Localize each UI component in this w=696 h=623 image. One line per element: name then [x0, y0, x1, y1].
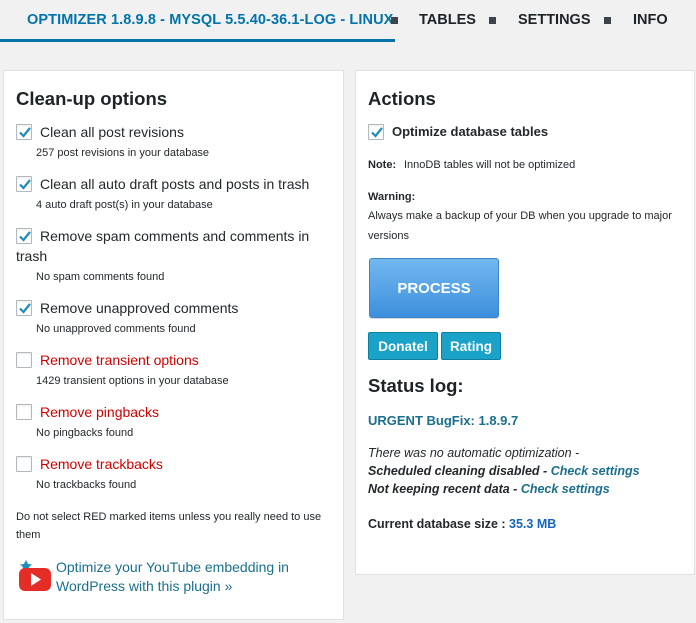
checkmark-icon — [19, 179, 31, 190]
checkbox-pingbacks[interactable] — [16, 404, 32, 420]
warning-text-continued: versions — [368, 230, 409, 242]
option-description: 4 auto draft post(s) in your database — [36, 199, 213, 211]
option-label[interactable]: Remove transient options — [40, 350, 199, 370]
checkmark-icon — [19, 231, 31, 242]
option-label[interactable]: Remove spam comments and comments in — [40, 226, 309, 246]
process-button[interactable]: PROCESS — [369, 258, 499, 318]
youtube-plugin-link[interactable]: Optimize your YouTube embedding in WordP… — [56, 558, 326, 596]
database-size-label: Current database size : — [368, 517, 510, 531]
option-label[interactable]: Remove pingbacks — [40, 402, 159, 422]
database-size-value: 35.3 MB — [509, 517, 557, 531]
tab-optimizer[interactable]: OPTIMIZER 1.8.9.8 - MYSQL 5.5.40-36.1-LO… — [0, 0, 395, 42]
database-size: Current database size : 35.3 MB — [368, 517, 556, 531]
note-text: InnoDB tables will not be optimized — [404, 159, 576, 171]
option-description: No unapproved comments found — [36, 323, 196, 335]
optimize-tables-label[interactable]: Optimize database tables — [392, 122, 548, 142]
option-label-continued[interactable]: trash — [16, 246, 47, 266]
status-log-title: Status log: — [368, 375, 464, 396]
check-settings-link[interactable]: Check settings — [521, 482, 610, 496]
tab-separator — [604, 17, 611, 24]
status-text: Scheduled cleaning disabled - — [368, 464, 551, 478]
tab-tables[interactable]: TABLES — [419, 12, 476, 28]
note-label: Note: — [368, 159, 397, 171]
option-label[interactable]: Clean all post revisions — [40, 122, 184, 142]
status-line-recent-data: Not keeping recent data - Check settings — [368, 480, 610, 498]
checkbox-post-revisions[interactable] — [16, 124, 32, 140]
warning-text: Always make a backup of your DB when you… — [368, 210, 672, 222]
checkbox-unapproved-comments[interactable] — [16, 300, 32, 316]
actions-title: Actions — [368, 88, 436, 109]
option-description: No pingbacks found — [36, 427, 134, 439]
youtube-link-line[interactable]: Optimize your YouTube embedding in — [56, 558, 326, 577]
status-line-auto-optimization: There was no automatic optimization - — [368, 446, 580, 460]
checkmark-icon — [19, 127, 31, 138]
option-label[interactable]: Remove trackbacks — [40, 454, 163, 474]
actions-panel: Actions Optimize database tables Note: I… — [355, 70, 695, 575]
option-description: No spam comments found — [36, 271, 165, 283]
checkbox-transient-options[interactable] — [16, 352, 32, 368]
red-items-note: Do not select RED marked items unless yo… — [16, 511, 322, 523]
checkbox-trackbacks[interactable] — [16, 456, 32, 472]
cleanup-panel: Clean-up options Clean all post revision… — [3, 70, 344, 620]
checkbox-optimize-tables[interactable] — [368, 124, 384, 140]
status-text: Not keeping recent data - — [368, 482, 521, 496]
youtube-link-line[interactable]: WordPress with this plugin » — [56, 577, 326, 596]
tab-settings[interactable]: SETTINGS — [518, 12, 591, 28]
checkbox-auto-drafts[interactable] — [16, 176, 32, 192]
checkmark-icon — [371, 127, 383, 138]
tab-separator — [489, 17, 496, 24]
tab-separator — [391, 17, 398, 24]
checkmark-icon — [19, 303, 31, 314]
option-description: 1429 transient options in your database — [36, 375, 229, 387]
youtube-icon[interactable] — [17, 558, 53, 594]
donate-button[interactable]: Donatel — [368, 332, 438, 360]
option-description: 257 post revisions in your database — [36, 147, 210, 159]
tab-bar: OPTIMIZER 1.8.9.8 - MYSQL 5.5.40-36.1-LO… — [0, 0, 696, 44]
option-label[interactable]: Clean all auto draft posts and posts in … — [40, 174, 309, 194]
status-line-scheduled-cleaning: Scheduled cleaning disabled - Check sett… — [368, 462, 640, 480]
warning-label: Warning: — [368, 191, 416, 203]
red-items-note-continued: them — [16, 529, 41, 541]
bugfix-link[interactable]: URGENT BugFix: 1.8.9.7 — [368, 413, 518, 428]
checkbox-spam-comments[interactable] — [16, 228, 32, 244]
option-label[interactable]: Remove unapproved comments — [40, 298, 238, 318]
cleanup-title: Clean-up options — [16, 88, 168, 109]
tab-info[interactable]: INFO — [633, 12, 668, 28]
rating-button[interactable]: Rating — [441, 332, 501, 360]
option-description: No trackbacks found — [36, 479, 137, 491]
check-settings-link[interactable]: Check settings — [551, 464, 640, 478]
